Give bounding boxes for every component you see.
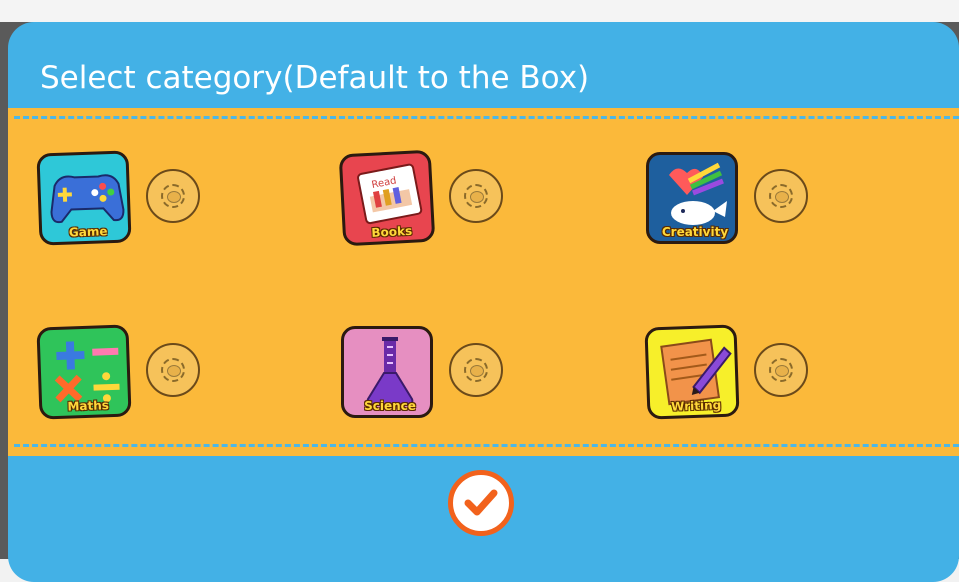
panel-top-dash (14, 116, 959, 119)
category-science-radio[interactable] (449, 343, 503, 397)
category-creativity[interactable]: Creativity (646, 152, 836, 252)
category-maths[interactable]: Maths (36, 324, 228, 426)
category-writing[interactable]: Writing (644, 324, 836, 426)
radio-dot (775, 365, 789, 377)
radio-dot (470, 191, 484, 203)
radio-dot (167, 365, 181, 377)
radio-dot (470, 365, 484, 377)
radio-dot (775, 191, 789, 203)
category-panel: Game Read Books Creativity Maths Science… (8, 108, 959, 456)
checkmark-icon (464, 489, 498, 516)
category-dialog: Select category(Default to the Box) Game (8, 22, 959, 582)
gamepad-icon[interactable]: Game (36, 150, 132, 246)
category-writing-radio[interactable] (754, 343, 808, 397)
dialog-title: Select category(Default to the Box) (40, 60, 590, 96)
category-books[interactable]: Read Books (338, 149, 531, 252)
panel-bottom-dash (14, 444, 959, 447)
creativity-icon[interactable]: Creativity (646, 152, 738, 244)
category-books-radio[interactable] (449, 169, 503, 223)
category-creativity-label: Creativity (661, 225, 729, 239)
category-science-label: Science (364, 399, 416, 413)
category-creativity-radio[interactable] (754, 169, 808, 223)
maths-icon[interactable]: Maths (36, 324, 132, 420)
category-game-radio[interactable] (146, 169, 200, 223)
science-icon[interactable]: Science (341, 326, 433, 418)
confirm-button[interactable] (448, 470, 514, 536)
category-game[interactable]: Game (36, 150, 228, 252)
book-icon[interactable]: Read Books (338, 149, 436, 247)
category-maths-radio[interactable] (146, 343, 200, 397)
writing-icon[interactable]: Writing (644, 324, 740, 420)
category-science[interactable]: Science (341, 326, 531, 426)
radio-dot (167, 191, 181, 203)
